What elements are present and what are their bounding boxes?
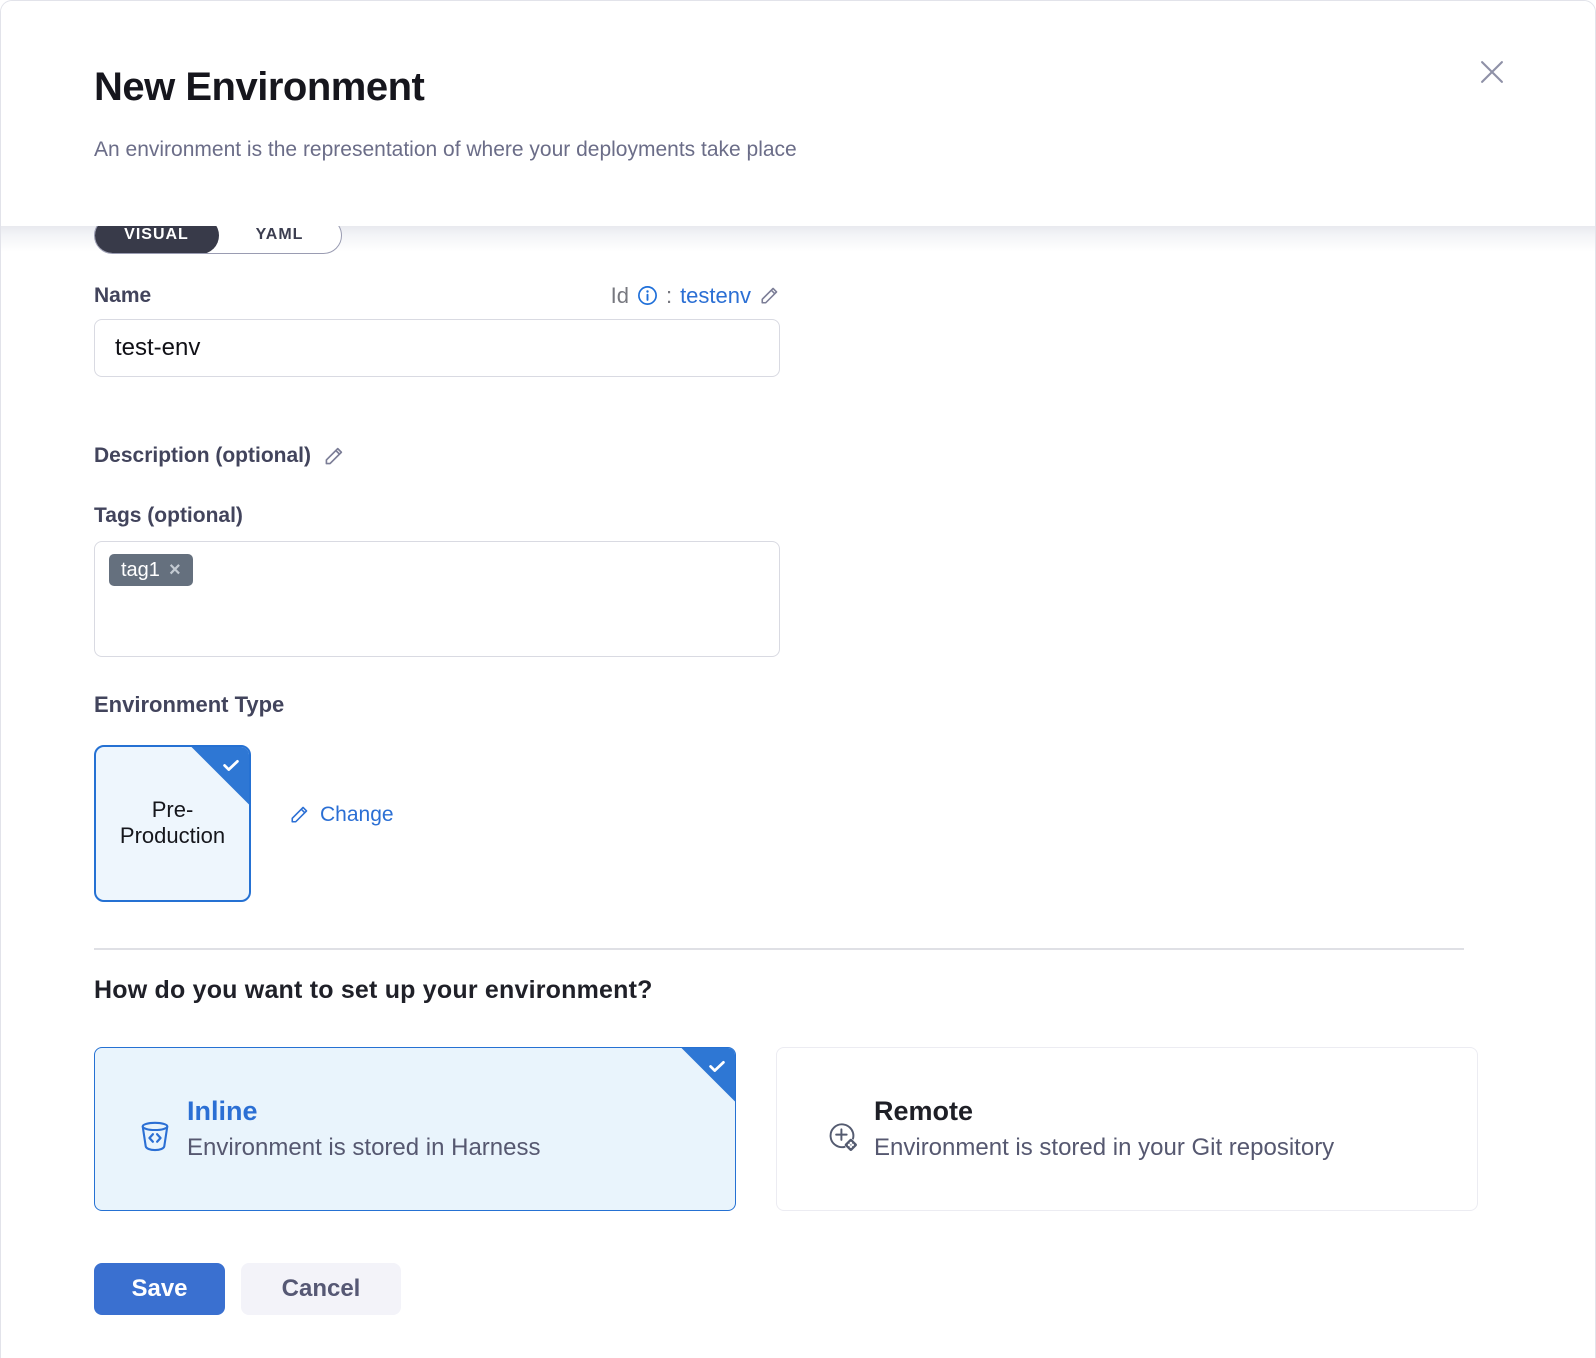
change-environment-type-button[interactable]: Change — [289, 803, 394, 827]
actions-row: Save Cancel — [94, 1263, 1502, 1315]
edit-id-icon[interactable] — [759, 285, 780, 306]
inline-title: Inline — [187, 1096, 540, 1127]
id-label: Id — [611, 283, 629, 309]
section-divider — [94, 948, 1464, 950]
tags-input[interactable]: tag1 × — [94, 541, 780, 657]
close-icon[interactable] — [1475, 55, 1509, 89]
tab-yaml[interactable]: YAML — [218, 226, 341, 253]
setup-heading: How do you want to set up your environme… — [94, 976, 1502, 1008]
dialog-subtitle: An environment is the representation of … — [94, 138, 1502, 162]
selected-check-icon — [191, 747, 249, 805]
id-colon: : — [666, 283, 672, 309]
environment-type-label: Environment Type — [94, 692, 1502, 722]
tags-label: Tags (optional) — [94, 504, 1502, 534]
inline-description: Environment is stored in Harness — [187, 1134, 540, 1162]
remove-tag-icon[interactable]: × — [169, 560, 181, 580]
tag-chip-label: tag1 — [121, 560, 160, 580]
inline-store-text: Inline Environment is stored in Harness — [187, 1096, 540, 1162]
selected-check-icon — [681, 1048, 735, 1102]
inline-store-icon — [137, 1118, 173, 1154]
dialog-body: VISUAL YAML Name Id : testenv Descriptio… — [1, 226, 1595, 1358]
remote-store-text: Remote Environment is stored in your Git… — [874, 1096, 1334, 1162]
name-input[interactable] — [94, 319, 780, 377]
store-option-inline[interactable]: Inline Environment is stored in Harness — [94, 1047, 736, 1211]
environment-type-card-preproduction[interactable]: Pre-Production — [94, 745, 251, 902]
page-title: New Environment — [94, 65, 1502, 110]
remote-title: Remote — [874, 1096, 1334, 1127]
cancel-button[interactable]: Cancel — [241, 1263, 401, 1315]
edit-description-icon[interactable] — [323, 445, 345, 467]
environment-type-row: Pre-Production Change — [94, 745, 1502, 902]
name-id-row: Name Id : testenv — [94, 279, 780, 313]
edit-pencil-icon — [289, 804, 310, 825]
visual-yaml-toggle: VISUAL YAML — [94, 226, 342, 254]
description-label: Description (optional) — [94, 444, 311, 468]
description-row: Description (optional) — [94, 441, 1502, 471]
remote-store-icon — [824, 1118, 860, 1154]
name-label: Name — [94, 284, 151, 308]
info-icon[interactable] — [637, 285, 658, 306]
change-link-label: Change — [320, 803, 394, 827]
tab-visual[interactable]: VISUAL — [94, 226, 219, 254]
setup-cards: Inline Environment is stored in Harness — [94, 1047, 1502, 1211]
id-row: Id : testenv — [611, 283, 780, 309]
store-option-remote[interactable]: Remote Environment is stored in your Git… — [776, 1047, 1478, 1211]
remote-description: Environment is stored in your Git reposi… — [874, 1134, 1334, 1162]
new-environment-dialog: New Environment An environment is the re… — [0, 0, 1596, 1358]
tag-chip: tag1 × — [109, 554, 193, 586]
save-button[interactable]: Save — [94, 1263, 225, 1315]
environment-type-card-label: Pre-Production — [110, 797, 235, 849]
dialog-header: New Environment An environment is the re… — [1, 1, 1595, 226]
id-value-link[interactable]: testenv — [680, 283, 751, 309]
